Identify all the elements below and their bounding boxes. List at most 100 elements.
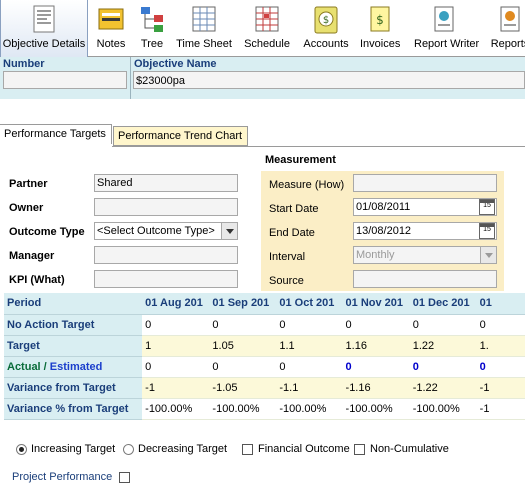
chevron-down-icon[interactable] — [480, 247, 496, 263]
grid-cell[interactable]: 1. — [476, 335, 525, 357]
calendar-icon[interactable]: 15 — [479, 199, 495, 215]
partner-field[interactable]: Shared — [94, 174, 238, 192]
toolbar-reports-button[interactable]: Reports — [488, 0, 525, 55]
grid-cell[interactable]: 1.05 — [209, 335, 277, 357]
owner-field[interactable] — [94, 198, 238, 216]
grid-cell[interactable]: 0 — [209, 314, 277, 336]
outcome-type-label: Outcome Type — [9, 226, 85, 238]
grid-cell[interactable]: 0 — [342, 314, 410, 336]
grid-cell[interactable]: 0 — [142, 314, 210, 336]
objective-name-label: Objective Name — [134, 58, 217, 70]
grid-cell: -1 — [476, 377, 525, 399]
toolbar-label: Schedule — [244, 38, 290, 50]
grid-cell: -1 — [476, 398, 525, 420]
grid-cell[interactable]: 1.1 — [276, 335, 343, 357]
decreasing-target-radio[interactable] — [123, 444, 134, 455]
calendar-icon[interactable]: 15 — [479, 223, 495, 239]
grid-cell[interactable]: 1 — [142, 335, 210, 357]
toolbar-objective-details-button[interactable]: Objective Details — [0, 0, 88, 57]
grid-cell[interactable]: 0 — [276, 356, 343, 378]
source-label: Source — [269, 275, 304, 287]
start-date-field[interactable]: 01/08/2011 15 — [353, 198, 497, 216]
tab-performance-targets[interactable]: Performance Targets — [0, 124, 112, 144]
svg-text:$: $ — [323, 15, 329, 26]
grid-cell[interactable]: 0 — [409, 314, 477, 336]
tree-icon — [141, 7, 163, 32]
toolbar-report-writer-button[interactable]: Report Writer — [414, 0, 480, 55]
column-header[interactable]: 01 Oct 201 — [276, 293, 343, 315]
toolbar-accounts-button[interactable]: $ Accounts — [302, 0, 350, 55]
grid-cell[interactable]: 1.22 — [409, 335, 477, 357]
objective-name-field[interactable]: $23000pa — [133, 71, 525, 89]
grid-cell: -100.00% — [342, 398, 410, 420]
column-header[interactable]: 01 Dec 201 — [409, 293, 477, 315]
timesheet-icon — [192, 6, 216, 32]
non-cumulative-checkbox[interactable] — [354, 444, 365, 455]
project-performance-checkbox[interactable] — [119, 472, 130, 483]
grid-cell[interactable]: 0 — [142, 356, 210, 378]
increasing-target-radio[interactable] — [16, 444, 27, 455]
partner-label: Partner — [9, 178, 48, 190]
main-toolbar: Objective Details Notes Tree Time Sheet … — [0, 0, 525, 57]
source-field[interactable] — [353, 270, 497, 288]
end-date-label: End Date — [269, 227, 315, 239]
grid-cell: -1.1 — [276, 377, 343, 399]
toolbar-timesheet-button[interactable]: Time Sheet — [176, 0, 232, 55]
tab-performance-trend-chart[interactable]: Performance Trend Chart — [113, 126, 248, 146]
financial-outcome-checkbox[interactable] — [242, 444, 253, 455]
grid-cell[interactable]: 0 — [476, 356, 525, 378]
toolbar-label: Tree — [140, 38, 164, 50]
grid-cell: -100.00% — [409, 398, 477, 420]
grid-header-row: Period 01 Aug 201 01 Sep 201 01 Oct 201 … — [4, 293, 525, 315]
toolbar-label: Notes — [96, 38, 126, 50]
toolbar-invoices-button[interactable]: $ Invoices — [360, 0, 400, 55]
measurement-title: Measurement — [265, 154, 336, 166]
column-header[interactable]: 01 Sep 201 — [209, 293, 277, 315]
toolbar-schedule-button[interactable]: Schedule — [244, 0, 290, 55]
end-date-value: 13/08/2012 — [356, 225, 412, 237]
accounts-icon: $ — [314, 6, 338, 34]
grid-cell[interactable]: 0 — [342, 356, 410, 378]
toolbar-label: Report Writer — [414, 38, 480, 50]
project-performance-label: Project Performance — [12, 471, 113, 483]
interval-select[interactable]: Monthly — [353, 246, 497, 264]
row-header: Actual / Estimated — [4, 356, 143, 378]
grid-cell[interactable]: 0 — [276, 314, 343, 336]
start-date-label: Start Date — [269, 203, 319, 215]
svg-text:$: $ — [376, 13, 384, 27]
row-header: Variance % from Target — [4, 398, 143, 420]
measure-label: Measure (How) — [269, 179, 345, 191]
objective-header: Number Objective Name $23000pa — [0, 57, 525, 99]
measure-field[interactable] — [353, 174, 497, 192]
invoices-icon: $ — [370, 6, 390, 32]
column-header[interactable]: 01 — [476, 293, 525, 315]
toolbar-tree-button[interactable]: Tree — [134, 0, 170, 55]
estimated-label: Estimated — [49, 360, 103, 373]
toolbar-label: Objective Details — [2, 38, 86, 50]
end-date-field[interactable]: 13/08/2012 15 — [353, 222, 497, 240]
interval-value: Monthly — [356, 249, 395, 261]
document-icon — [33, 5, 55, 33]
number-field[interactable] — [3, 71, 127, 89]
column-header[interactable]: 01 Aug 201 — [142, 293, 210, 315]
grid-cell[interactable]: 0 — [476, 314, 525, 336]
grid-cell: -1.16 — [342, 377, 410, 399]
outcome-type-select[interactable]: <Select Outcome Type> — [94, 222, 238, 240]
schedule-icon — [255, 6, 279, 32]
grid-cell[interactable]: 1.16 — [342, 335, 410, 357]
owner-label: Owner — [9, 202, 44, 214]
grid-cell: -1 — [142, 377, 210, 399]
grid-cell[interactable]: 0 — [209, 356, 277, 378]
column-header[interactable]: 01 Nov 201 — [342, 293, 410, 315]
kpi-field[interactable] — [94, 270, 238, 288]
grid-cell: -1.05 — [209, 377, 277, 399]
chevron-down-icon[interactable] — [221, 223, 237, 239]
tab-divider — [112, 146, 525, 147]
toolbar-notes-button[interactable]: Notes — [88, 0, 134, 55]
grid-cell[interactable]: 0 — [409, 356, 477, 378]
grid-cell: -100.00% — [142, 398, 210, 420]
period-header: Period — [4, 293, 143, 315]
start-date-value: 01/08/2011 — [356, 201, 411, 213]
measurement-panel: Measure (How) Start Date 01/08/2011 15 E… — [261, 171, 504, 291]
manager-field[interactable] — [94, 246, 238, 264]
